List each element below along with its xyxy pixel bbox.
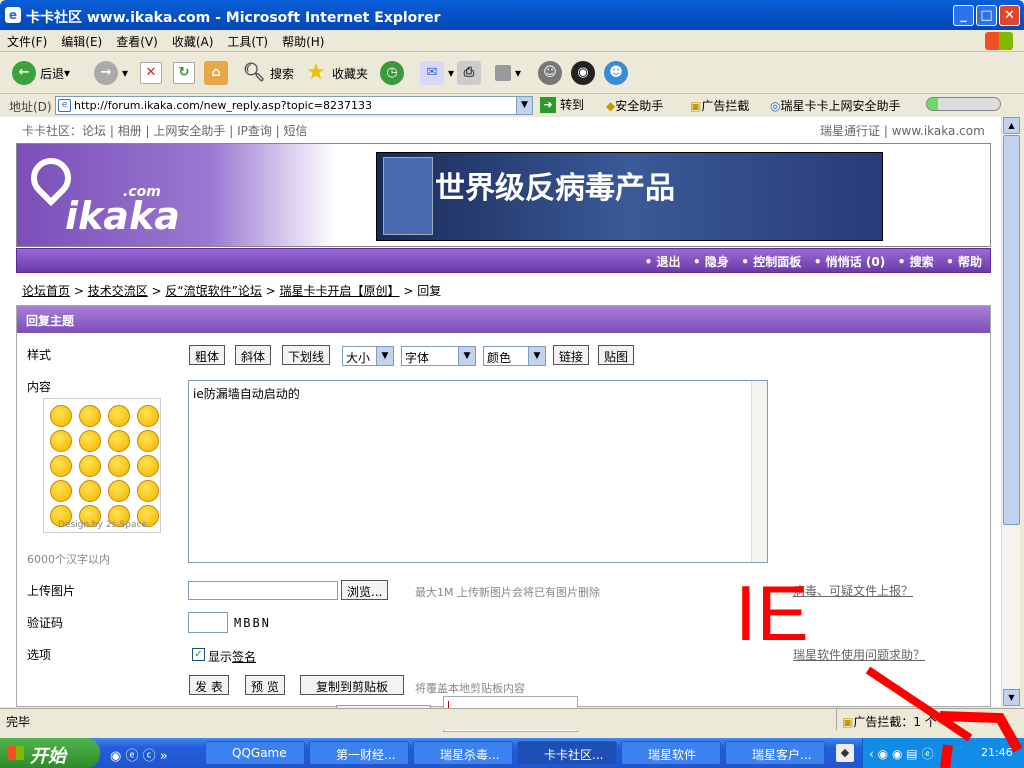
red-annotation-overlay: IE bbox=[735, 569, 1023, 768]
annotation-arrow-icon bbox=[865, 666, 973, 742]
annotation-circle-icon bbox=[939, 711, 1023, 753]
annotation-text: IE bbox=[735, 569, 809, 657]
